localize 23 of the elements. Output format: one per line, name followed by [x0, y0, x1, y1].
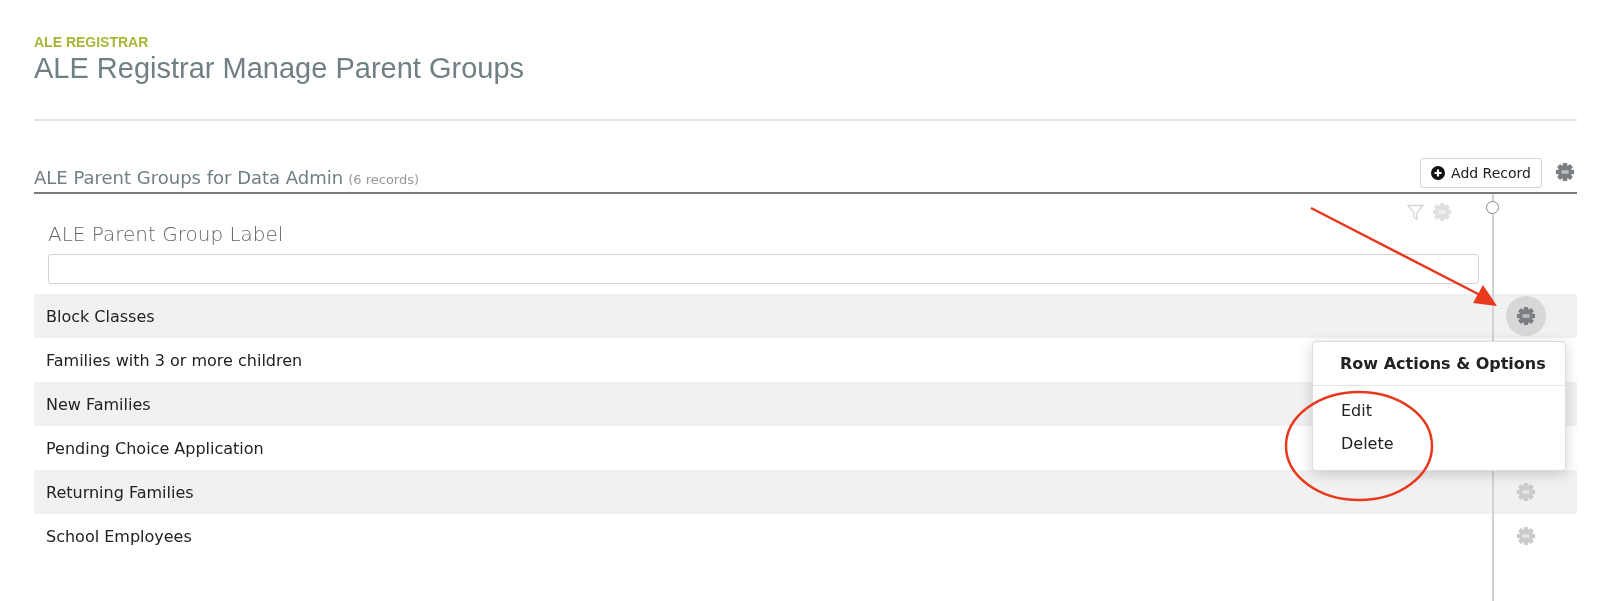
row-settings-icon[interactable] — [1516, 306, 1536, 326]
settings-icon[interactable] — [1555, 162, 1575, 182]
breadcrumb: ALE REGISTRAR — [34, 34, 150, 50]
column-header: ALE Parent Group Label — [48, 222, 285, 246]
filter-icon[interactable] — [1407, 203, 1424, 221]
page-title: ALE Registrar Manage Parent Groups — [34, 52, 526, 85]
resize-handle[interactable] — [1486, 201, 1499, 214]
group-label: Families with 3 or more children — [46, 350, 303, 370]
section-title: ALE Parent Groups for Data Admin — [34, 167, 344, 188]
menu-item[interactable]: Edit — [1313, 394, 1565, 427]
row-settings-icon[interactable] — [1516, 526, 1536, 546]
group-label: Pending Choice Application — [46, 438, 264, 458]
group-label: Block Classes — [46, 306, 155, 326]
menu-item[interactable]: Delete — [1313, 427, 1565, 460]
group-label: New Families — [46, 394, 151, 414]
add-record-button[interactable]: Add Record — [1420, 158, 1542, 188]
row-settings-icon[interactable] — [1516, 482, 1536, 502]
plus-icon — [1431, 166, 1446, 180]
menu-title: Row Actions & Options — [1313, 342, 1565, 386]
group-label: Returning Families — [46, 482, 194, 502]
filter-field[interactable] — [48, 254, 1479, 284]
record-count: (6 records) — [348, 172, 420, 187]
group-label: School Employees — [46, 526, 192, 546]
